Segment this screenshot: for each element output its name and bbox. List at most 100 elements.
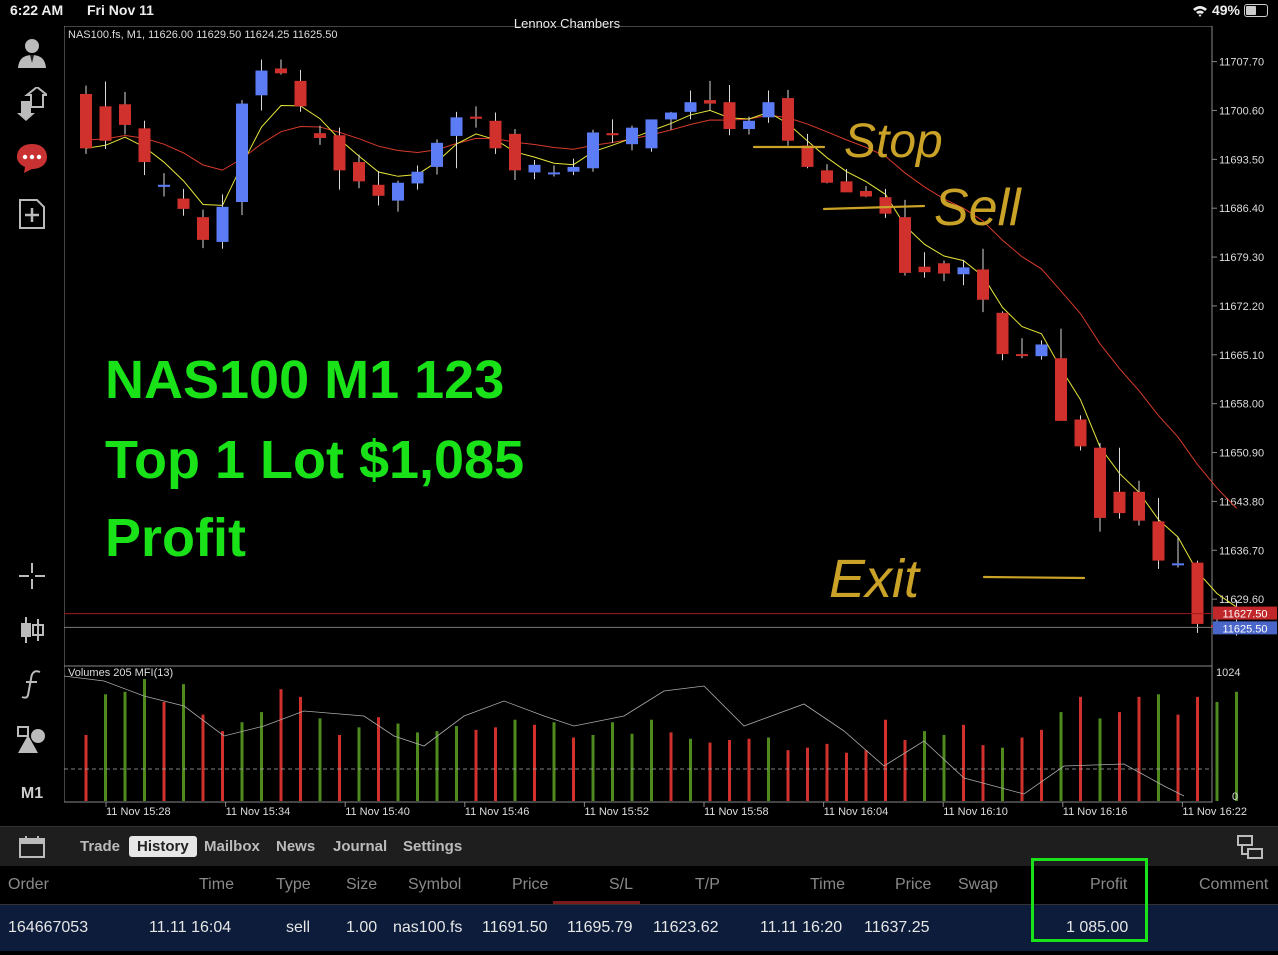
volume-bar: [572, 737, 575, 801]
battery-status: 49%: [1192, 2, 1268, 18]
time-tick-label: 11 Nov 15:46: [465, 806, 530, 818]
volume-bar: [864, 750, 868, 801]
take-profit: 11623.62: [653, 919, 719, 936]
candle-body: [294, 80, 307, 107]
stop-annotation: Stop: [844, 115, 943, 168]
volume-bar: [357, 727, 361, 801]
price-tick-label: 11665.10: [1219, 350, 1264, 362]
order-id: 164667053: [8, 919, 89, 936]
mfi-line: [63, 675, 1185, 797]
battery-icon: [1244, 3, 1268, 17]
price-tick-label: 11686.40: [1219, 203, 1264, 215]
col-order[interactable]: Order: [8, 876, 49, 894]
col-swap[interactable]: Swap: [958, 876, 998, 894]
price-scale: 11707.70 11700.60 11693.50 11686.40 11679.30…: [1212, 57, 1264, 606]
col-type[interactable]: Type: [276, 876, 311, 894]
overlay-title-line-3: Profit: [105, 508, 246, 568]
volume-bar: [962, 724, 965, 801]
volume-bar: [533, 724, 536, 801]
volume-bar: [123, 691, 127, 801]
candle-body: [548, 172, 560, 175]
tab-mailbox[interactable]: Mailbox: [196, 836, 268, 857]
volume-bar: [318, 718, 322, 801]
volume-bar: [513, 719, 517, 801]
candle-body: [119, 104, 131, 125]
volume-bar: [747, 738, 751, 801]
col-close-time[interactable]: Time: [810, 876, 845, 894]
ask-price-label: 11627.50: [1222, 609, 1267, 621]
candle-body: [177, 198, 190, 209]
trade-transfer-icon[interactable]: [12, 84, 52, 124]
volume-bar: [630, 733, 634, 801]
time-tick-label: 11 Nov 16:22: [1182, 806, 1247, 818]
profit-highlight-box: [1031, 858, 1148, 942]
candle-body: [1016, 354, 1028, 357]
volume-bar: [1098, 718, 1102, 801]
volume-bar: [669, 732, 673, 801]
tab-news[interactable]: News: [268, 836, 323, 857]
candle-body: [158, 184, 170, 187]
candle-body: [918, 266, 931, 273]
col-open-price[interactable]: Price: [512, 876, 548, 894]
time-tick-label: 11 Nov 16:10: [943, 806, 1008, 818]
volume-bar: [845, 752, 848, 801]
volume-bar: [1079, 696, 1082, 801]
tab-history[interactable]: History: [129, 836, 197, 857]
crosshair-icon[interactable]: [12, 556, 52, 596]
chart-type-icon[interactable]: [12, 610, 52, 650]
tab-journal[interactable]: Journal: [325, 836, 395, 857]
candle-body: [489, 120, 502, 149]
candle-body: [645, 119, 658, 149]
battery-percent: 49%: [1211, 2, 1240, 18]
candle-body: [216, 206, 229, 242]
candle-body: [275, 68, 287, 74]
candle-body: [782, 98, 794, 141]
lot-size: 1.00: [346, 919, 378, 936]
col-symbol[interactable]: Symbol: [408, 876, 461, 894]
candle-body: [509, 133, 521, 171]
volume-min-label: 0: [1232, 791, 1238, 803]
candle-body: [411, 171, 424, 184]
volume-bar: [240, 722, 244, 801]
candle-body: [801, 145, 814, 167]
timeframe-icon[interactable]: M1: [12, 774, 52, 814]
new-chart-icon[interactable]: [12, 194, 52, 234]
candle-body: [1074, 419, 1087, 447]
open-price: 11691.50: [482, 919, 548, 936]
calendar-icon[interactable]: [18, 835, 46, 864]
chart-canvas[interactable]: 11707.70 11700.60 11693.50 11686.40 11679.30…: [63, 25, 1278, 826]
volume-bar: [552, 722, 556, 801]
volume-bar: [162, 701, 166, 801]
chart-header: NAS100.fs, M1, 11626.00 11629.50 11624.2…: [68, 29, 338, 41]
col-close-price[interactable]: Price: [895, 876, 931, 894]
col-size[interactable]: Size: [346, 876, 377, 894]
candle-body: [840, 181, 853, 193]
volume-bar: [1001, 747, 1004, 801]
chat-icon[interactable]: [12, 138, 52, 178]
tab-settings[interactable]: Settings: [395, 836, 470, 857]
layout-icon[interactable]: [1236, 834, 1264, 865]
candle-body: [1152, 521, 1165, 561]
volume-bar: [143, 679, 146, 801]
volume-bar: [1157, 694, 1160, 801]
volume-bar: [279, 689, 283, 801]
candle-body: [99, 106, 112, 141]
objects-icon[interactable]: [12, 720, 52, 760]
price-chart[interactable]: 11707.70 11700.60 11693.50 11686.40 11679.30…: [63, 25, 1278, 826]
candle-body: [1035, 344, 1048, 357]
candle-body: [255, 70, 268, 96]
col-comment[interactable]: Comment: [1199, 876, 1268, 894]
col-sl[interactable]: S/L: [609, 876, 633, 894]
account-icon[interactable]: [12, 32, 52, 72]
indicator-icon[interactable]: [12, 664, 52, 704]
col-open-time[interactable]: Time: [199, 876, 234, 894]
tab-trade[interactable]: Trade: [72, 836, 128, 857]
time-tick-label: 11 Nov 16:04: [824, 806, 889, 818]
candle-body: [431, 142, 443, 167]
open-time: 11.11 16:04: [149, 919, 232, 936]
candle-body: [626, 127, 638, 145]
volume-bar: [1137, 696, 1141, 801]
volume-bar: [84, 734, 88, 801]
col-tp[interactable]: T/P: [695, 876, 720, 894]
volume-bar: [474, 729, 478, 801]
